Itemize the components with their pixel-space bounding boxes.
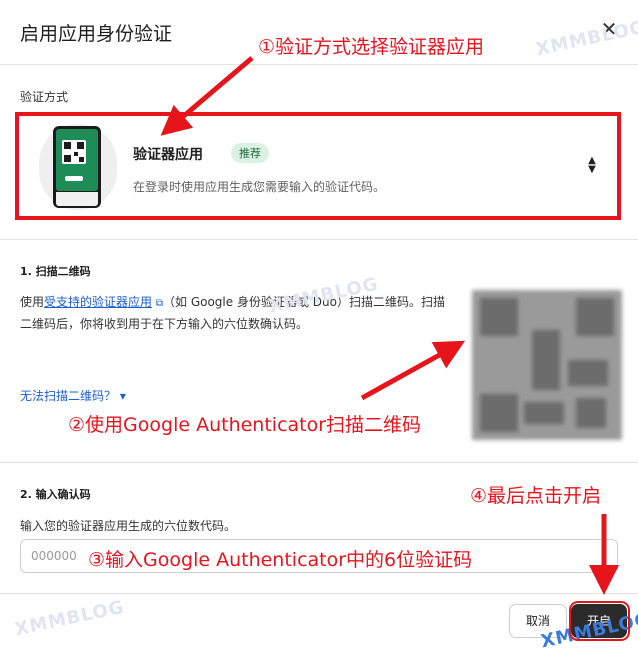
qr-code-icon bbox=[62, 140, 86, 164]
divider bbox=[0, 593, 638, 594]
divider bbox=[0, 239, 638, 240]
supported-apps-link[interactable]: 受支持的验证器应用 bbox=[44, 295, 152, 309]
step1-instructions: 使用受支持的验证器应用 ⧉（如 Google 身份验证器或 Duo）扫描二维码。… bbox=[20, 295, 445, 331]
step2-title: 2. 输入确认码 bbox=[20, 488, 91, 501]
method-name: 验证器应用 bbox=[133, 147, 203, 163]
external-link-icon: ⧉ bbox=[155, 298, 163, 309]
cant-scan-toggle[interactable]: 无法扫描二维码？ ▾ bbox=[20, 387, 126, 404]
step2-instructions: 输入您的验证器应用生成的六位数代码。 bbox=[20, 519, 237, 533]
annotation-step2: ②使用Google Authenticator扫描二维码 bbox=[68, 414, 422, 436]
method-description: 在登录时使用应用生成您需要输入的验证代码。 bbox=[133, 180, 386, 194]
annotation-step3: ③输入Google Authenticator中的6位验证码 bbox=[88, 549, 473, 571]
annotation-step4: ④最后点击开启 bbox=[470, 485, 602, 507]
dialog-title: 启用应用身份验证 bbox=[20, 23, 173, 45]
phone-icon bbox=[53, 126, 101, 208]
chevron-up-down-icon[interactable]: ▲ ▼ bbox=[586, 156, 598, 175]
qr-code-image bbox=[472, 290, 622, 440]
divider bbox=[0, 462, 638, 463]
method-label: 验证方式 bbox=[20, 90, 69, 104]
method-select[interactable]: 验证器应用 推荐 在登录时使用应用生成您需要输入的验证代码。 ▲ ▼ bbox=[15, 112, 621, 220]
authenticator-app-icon bbox=[39, 124, 117, 210]
recommended-badge: 推荐 bbox=[231, 143, 269, 163]
annotation-step1: ①验证方式选择验证器应用 bbox=[258, 36, 485, 58]
step1-title: 1. 扫描二维码 bbox=[20, 265, 91, 278]
